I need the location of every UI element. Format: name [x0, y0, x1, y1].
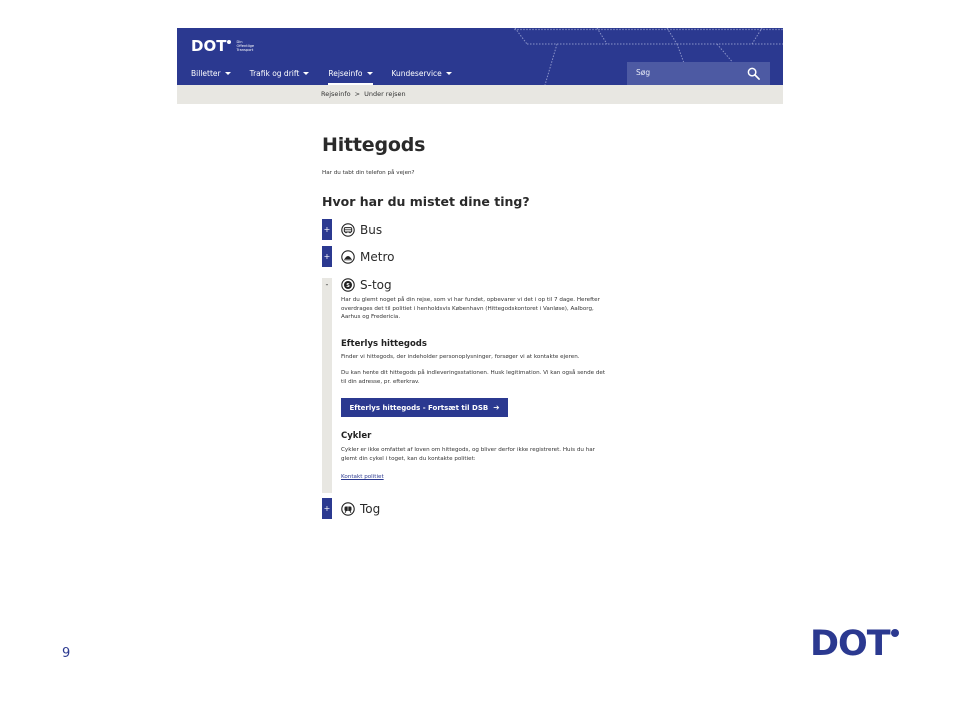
train-icon [341, 501, 355, 516]
accordion-bus[interactable]: + Bus [322, 219, 382, 240]
collapse-toggle[interactable]: - [322, 274, 332, 295]
breadcrumb: Rejseinfo > Under rejsen [321, 90, 406, 98]
accordion-label: Metro [360, 249, 395, 264]
s-tog-icon: S [341, 277, 355, 292]
expand-toggle[interactable]: + [322, 219, 332, 240]
nav-item-kundeservice[interactable]: Kundeservice [392, 68, 452, 78]
nav-item-billetter[interactable]: Billetter [191, 68, 231, 78]
svg-text:S: S [346, 282, 350, 288]
paragraph-pickup: Du kan hente dit hittegods på indleverin… [341, 370, 606, 385]
search-icon[interactable] [747, 67, 760, 80]
search-input[interactable] [636, 68, 736, 77]
accordion-label: Tog [360, 501, 381, 516]
search-box [627, 62, 770, 85]
metro-icon [341, 249, 355, 264]
panel-line: Aarhus og Fredericia. [341, 314, 401, 321]
panel-line: Har du glemt noget på din rejse, som vi … [341, 297, 600, 303]
brand-logo: DOT [810, 626, 899, 662]
dot-logo[interactable]: DOT Din Offentlige Transport [191, 38, 254, 55]
nav-item-trafik-og-drift[interactable]: Trafik og drift [250, 68, 310, 78]
kontakt-politiet-link[interactable]: Kontakt politiet [341, 474, 384, 480]
panel-line: overdrages det til politiet i henholdsvi… [341, 305, 594, 312]
breadcrumb-separator: > [354, 90, 361, 98]
intro-text: Har du tabt din telefon på vejen? [322, 170, 415, 176]
main-nav: Billetter Trafik og drift Rejseinfo Kund… [191, 68, 471, 85]
caret-down-icon [445, 71, 452, 75]
s-tog-panel-intro: Har du glemt noget på din rejse, som vi … [341, 296, 621, 322]
logo-tagline: Din Offentlige Transport [236, 40, 255, 53]
logo-text: DOT [191, 37, 227, 55]
section-question: Hvor har du mistet dine ting? [322, 194, 530, 209]
breadcrumb-item-rejseinfo[interactable]: Rejseinfo [321, 90, 351, 98]
accordion-tog[interactable]: + Tog [322, 498, 380, 519]
accordion-metro[interactable]: + Metro [322, 246, 394, 267]
site-header: DOT Din Offentlige Transport Billetter T… [177, 28, 783, 85]
heading-efterlys-hittegods: Efterlys hittegods [341, 339, 427, 349]
caret-down-icon [366, 71, 373, 75]
heading-cykler: Cykler [341, 431, 372, 441]
arrow-right-icon: ➔ [493, 403, 500, 412]
caret-down-icon [303, 71, 310, 75]
bus-icon [341, 222, 355, 237]
accordion-label: S-tog [360, 277, 392, 292]
logo-dot [227, 40, 232, 44]
page-title: Hittegods [322, 134, 426, 156]
efterlys-hittegods-button[interactable]: Efterlys hittegods - Fortsæt til DSB ➔ [341, 398, 508, 417]
slide-number: 9 [62, 646, 71, 661]
accordion-s-tog[interactable]: - S S-tog [322, 274, 392, 295]
paragraph-bikes: Cykler er ikke omfattet af loven om hitt… [341, 447, 595, 462]
caret-down-icon [224, 71, 231, 75]
brand-logo-text: DOT [810, 624, 891, 664]
paragraph-personal-info: Finder vi hittegods, der indeholder pers… [341, 354, 580, 360]
breadcrumb-bar: Rejseinfo > Under rejsen [177, 85, 783, 104]
expand-toggle[interactable]: + [322, 498, 332, 519]
open-section-bar [322, 278, 332, 493]
breadcrumb-item-under-rejsen: Under rejsen [364, 90, 406, 98]
nav-item-rejseinfo[interactable]: Rejseinfo [328, 68, 373, 85]
expand-toggle[interactable]: + [322, 246, 332, 267]
accordion-label: Bus [360, 222, 383, 237]
brand-logo-dot [890, 629, 899, 637]
